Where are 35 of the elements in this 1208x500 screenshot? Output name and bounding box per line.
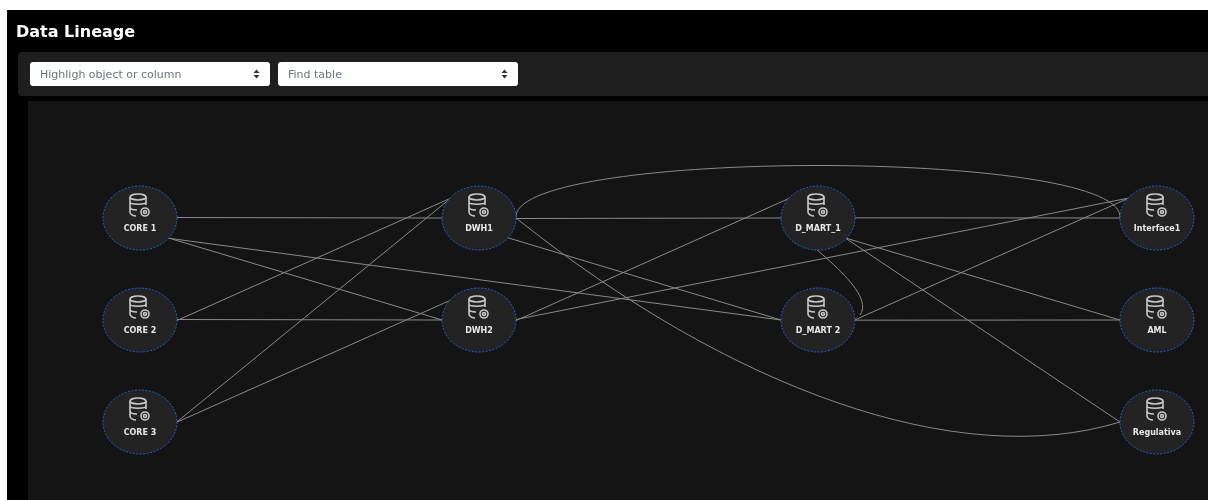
- node-circle[interactable]: [102, 287, 178, 353]
- database-gear-icon: [468, 193, 489, 217]
- node-circle[interactable]: [441, 185, 517, 251]
- node-label: CORE 3: [123, 428, 157, 437]
- node-circle[interactable]: [1119, 287, 1195, 353]
- database-gear-icon: [468, 295, 489, 319]
- node-label: DWH2: [465, 326, 493, 335]
- database-gear-icon: [129, 193, 150, 217]
- node-circle[interactable]: [102, 185, 178, 251]
- sort-caret-icon: [501, 69, 508, 79]
- node-label: Regulativa: [1132, 428, 1182, 437]
- node-label: AML: [1147, 326, 1167, 335]
- database-gear-icon: [1146, 295, 1167, 319]
- database-gear-icon: [1146, 193, 1167, 217]
- node-circle[interactable]: [102, 389, 178, 455]
- page-title: Data Lineage: [16, 21, 136, 41]
- database-gear-icon: [807, 193, 828, 217]
- database-gear-icon: [129, 397, 150, 421]
- node-circle[interactable]: [780, 287, 856, 353]
- node-label: Interface1: [1133, 224, 1181, 233]
- select-field[interactable]: Highligh object or column: [30, 62, 270, 86]
- node-label: D_MART 2: [795, 326, 841, 335]
- node-label: D_MART_1: [795, 224, 841, 233]
- database-gear-icon: [129, 295, 150, 319]
- node-circle[interactable]: [780, 185, 856, 251]
- node-label: CORE 1: [123, 224, 157, 233]
- node-circle[interactable]: [1119, 185, 1195, 251]
- node-label: CORE 2: [123, 326, 157, 335]
- select-field[interactable]: Find table: [278, 62, 518, 86]
- node-circle[interactable]: [441, 287, 517, 353]
- sort-caret-icon: [253, 69, 260, 79]
- node-circle[interactable]: [1119, 389, 1195, 455]
- node-label: DWH1: [465, 224, 493, 233]
- database-gear-icon: [807, 295, 828, 319]
- database-gear-icon: [1146, 397, 1167, 421]
